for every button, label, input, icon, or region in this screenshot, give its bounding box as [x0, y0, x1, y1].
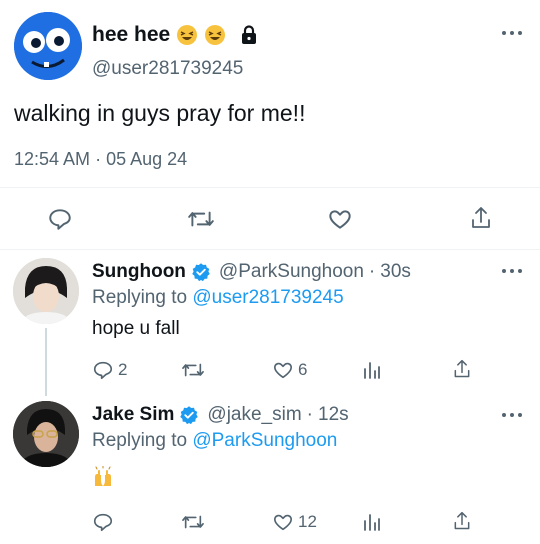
reply2-retweet-button[interactable]: [181, 511, 205, 533]
reply1-handle[interactable]: @ParkSunghoon: [219, 261, 364, 283]
main-date: 05 Aug 24: [106, 149, 188, 169]
verified-badge-icon: [192, 263, 210, 282]
reply1-like-button[interactable]: 6: [272, 359, 307, 381]
main-timestamp[interactable]: 12:54 AM · 05 Aug 24: [14, 149, 187, 170]
main-divider-bottom: [0, 249, 540, 250]
more-icon-dot: [518, 31, 522, 35]
like-icon: [273, 362, 293, 379]
more-icon-dot: [518, 413, 522, 417]
reply1-display-name[interactable]: Sunghoon: [92, 261, 186, 283]
verified-badge-icon: [180, 406, 199, 425]
reply1-reply-button[interactable]: 2: [92, 359, 127, 381]
reply2-age[interactable]: 12s: [318, 404, 349, 426]
reply-icon: [93, 513, 113, 532]
main-tweet-text: walking in guys pray for me!!: [14, 100, 306, 126]
laughing-emoji-icon: [205, 25, 226, 45]
reply2-avatar[interactable]: [13, 401, 79, 467]
reply2-replying-prefix: Replying to: [92, 430, 188, 451]
more-icon: [502, 413, 506, 417]
reply1-replying-to: Replying to @user281739245: [92, 287, 344, 309]
reply-icon: [49, 209, 71, 230]
laughing-emoji-icon: [177, 25, 198, 45]
reply1-more-button[interactable]: [502, 268, 522, 274]
lock-icon: [242, 25, 257, 44]
main-reply-button[interactable]: [47, 206, 73, 232]
views-icon: [364, 514, 380, 531]
reply2-more-button[interactable]: [502, 412, 522, 418]
main-more-button[interactable]: [502, 30, 522, 36]
reply2-like-button[interactable]: 12: [272, 511, 317, 533]
reply2-share-button[interactable]: [452, 510, 472, 532]
reply1-text: hope u fall: [92, 318, 180, 339]
like-icon: [273, 514, 293, 531]
reply1-share-button[interactable]: [452, 358, 472, 380]
reply2-display-name[interactable]: Jake Sim: [92, 404, 174, 426]
main-share-button[interactable]: [469, 205, 493, 231]
main-display-name[interactable]: hee hee: [92, 23, 170, 47]
main-divider-top: [0, 187, 540, 188]
reply2-replying-handle[interactable]: @ParkSunghoon: [192, 430, 337, 451]
more-icon: [502, 31, 506, 35]
main-avatar[interactable]: [14, 12, 82, 80]
person-photo-avatar-image: [13, 401, 79, 467]
main-separator: ·: [95, 149, 102, 169]
reply2-like-count: 12: [298, 512, 317, 531]
blue-monster-avatar-image: [14, 12, 82, 80]
retweet-icon: [188, 211, 214, 227]
reply2-views-button[interactable]: [362, 512, 382, 532]
reply1-age[interactable]: 30s: [380, 261, 411, 283]
retweet-icon: [182, 515, 204, 529]
reply1-separator: ·: [368, 261, 376, 282]
reply2-separator: ·: [306, 404, 313, 425]
reply-icon: [93, 361, 113, 380]
retweet-icon: [182, 363, 204, 377]
reply2-reply-button[interactable]: [92, 511, 114, 533]
person-photo-avatar-image: [13, 258, 79, 324]
reply2-text: 🙌: [92, 465, 114, 493]
reply1-avatar[interactable]: [13, 258, 79, 324]
reply2-handle[interactable]: @jake_sim: [207, 404, 301, 426]
reply1-header: Sunghoon @ParkSunghoon · 30s: [92, 261, 411, 283]
views-icon: [364, 362, 380, 379]
raised-hands-emoji-icon: [95, 465, 111, 486]
reply2-header: Jake Sim @jake_sim · 12s: [92, 404, 349, 426]
main-retweet-button[interactable]: [187, 206, 215, 232]
reply1-like-count: 6: [298, 360, 308, 379]
reply1-views-button[interactable]: [362, 360, 382, 380]
main-handle[interactable]: @user281739245: [92, 58, 243, 80]
share-icon: [454, 359, 470, 378]
more-icon-dot: [510, 269, 514, 273]
reply1-reply-count: 2: [118, 360, 128, 379]
thread-connector-line: [45, 328, 47, 396]
more-icon-dot: [510, 31, 514, 35]
main-name-row: hee hee: [92, 22, 260, 48]
main-time: 12:54 AM: [14, 149, 91, 169]
reply2-replying-to: Replying to @ParkSunghoon: [92, 430, 337, 452]
more-icon: [502, 269, 506, 273]
like-icon: [329, 210, 351, 229]
share-icon: [454, 511, 470, 530]
reply1-replying-handle[interactable]: @user281739245: [192, 287, 343, 308]
reply1-replying-prefix: Replying to: [92, 287, 188, 308]
reply1-retweet-button[interactable]: [181, 359, 205, 381]
more-icon-dot: [510, 413, 514, 417]
more-icon-dot: [518, 269, 522, 273]
main-like-button[interactable]: [327, 206, 353, 232]
share-icon: [472, 207, 490, 228]
